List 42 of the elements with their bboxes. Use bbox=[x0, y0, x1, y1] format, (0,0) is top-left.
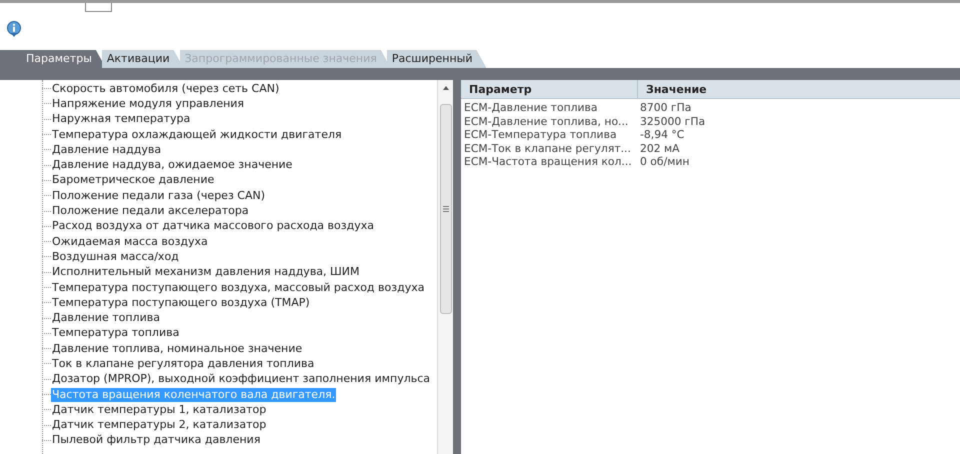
list-item[interactable]: Исполнительный механизм давления наддува, ШИМ bbox=[51, 265, 361, 280]
list-item[interactable]: Ток в клапане регулятора давления топлива bbox=[51, 356, 316, 371]
list-item[interactable]: Давление топлива, номинальное значение bbox=[51, 342, 304, 356]
partial-button[interactable] bbox=[85, 3, 112, 12]
table-cell-text: ECM-Частота вращения кол... bbox=[464, 155, 633, 168]
list-item[interactable]: Наружная температура bbox=[51, 112, 192, 126]
list-item[interactable]: Температура поступающего воздуха, массовый расход воздуха bbox=[51, 280, 426, 294]
list-item[interactable]: Положение педали газа (через CAN) bbox=[51, 188, 266, 203]
list-item[interactable]: Воздушная масса/ход bbox=[51, 250, 180, 264]
tab[interactable]: Расширенный bbox=[386, 50, 486, 68]
scrollbar[interactable] bbox=[437, 80, 453, 454]
list-item[interactable]: Положение педали акселератора bbox=[51, 204, 250, 218]
list-item[interactable]: Давление топлива bbox=[51, 311, 161, 326]
list-item[interactable]: Пылевой фильтр датчика давления bbox=[51, 433, 262, 448]
list-item[interactable]: Датчик температуры 1, катализатор bbox=[51, 402, 268, 417]
table-cell: 325000 гПа bbox=[640, 114, 706, 128]
list-item[interactable]: Температура топлива bbox=[51, 326, 180, 340]
list-item[interactable]: Напряжение модуля управления bbox=[51, 96, 246, 111]
table-cell: 8700 гПа bbox=[640, 101, 692, 114]
list-item[interactable]: Скорость автомобиля (через сеть CAN) bbox=[51, 82, 280, 96]
list-item[interactable]: Дозатор (MPROP), выходной коэффициент заполнения импульса bbox=[51, 372, 432, 386]
table-cell: -8,94 °C bbox=[640, 128, 684, 142]
list-item[interactable]: Температура охлаждающей жидкости двигателя bbox=[51, 128, 343, 142]
table-cell: 0 об/мин bbox=[640, 155, 690, 168]
scroll-thumb[interactable] bbox=[440, 104, 452, 314]
column-header[interactable]: Значение bbox=[638, 80, 707, 98]
scroll-up-icon[interactable] bbox=[442, 85, 450, 91]
table-cell-text: ECM-Давление топлива, но... bbox=[464, 114, 630, 128]
grip-icon bbox=[442, 206, 448, 212]
list-item[interactable]: Расход воздуха от датчика массового расхода воздуха bbox=[51, 219, 375, 234]
list-item[interactable]: Ожидаемая масса воздуха bbox=[51, 234, 209, 249]
column-header[interactable]: Параметр bbox=[461, 80, 638, 98]
table-cell: 202 мА bbox=[640, 142, 680, 155]
table-cell-text: ECM-Температура топлива bbox=[464, 128, 618, 142]
list-item[interactable]: Давление наддува, ожидаемое значение bbox=[51, 158, 294, 172]
list-item[interactable]: Датчик температуры 2, катализатор bbox=[51, 418, 268, 432]
info-icon bbox=[6, 20, 22, 38]
list-item[interactable]: Температура поступающего воздуха (TMAP) bbox=[51, 296, 311, 310]
table-cell-text: ECM-Давление топлива bbox=[464, 101, 599, 114]
table-cell-text: ECM-Ток в клапане регулят... bbox=[464, 142, 632, 155]
list-item[interactable]: Барометрическое давление bbox=[51, 173, 216, 188]
list-item[interactable]: Давление наддува bbox=[51, 142, 162, 157]
